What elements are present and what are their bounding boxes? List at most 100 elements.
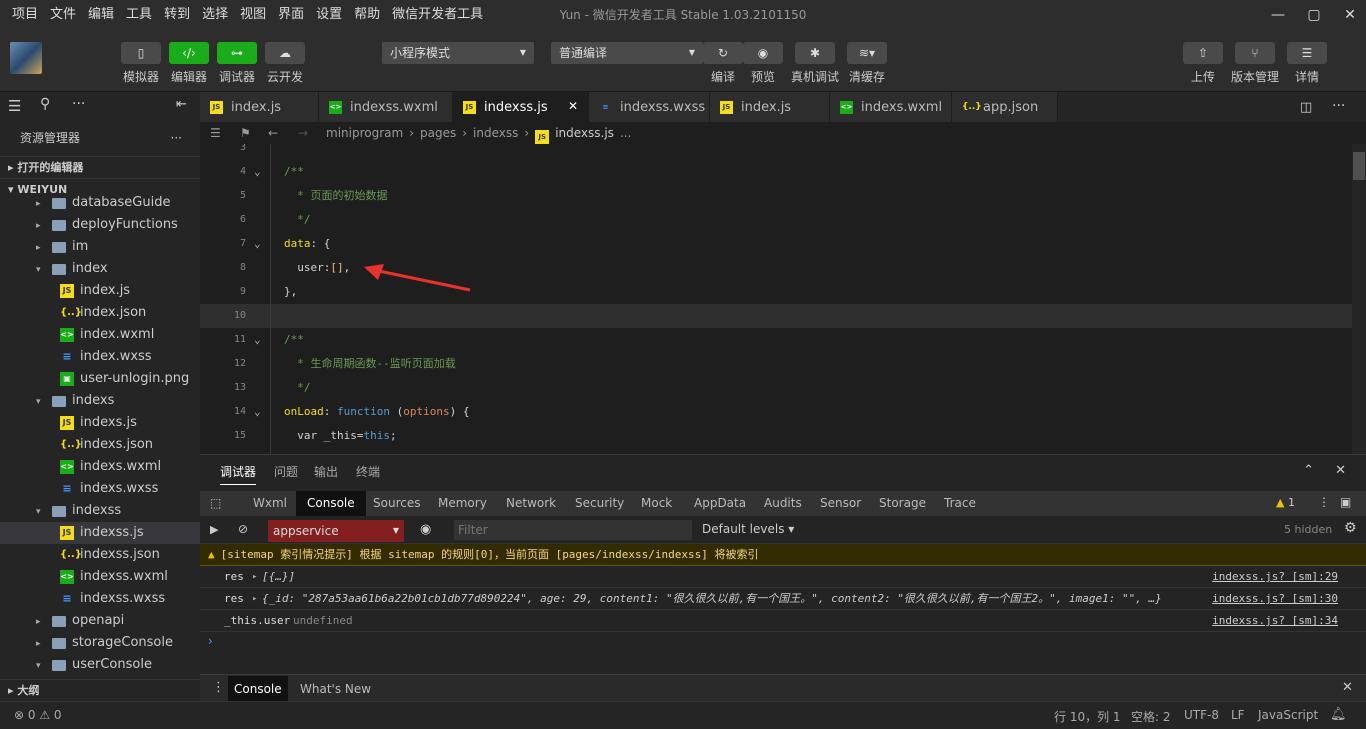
context-select[interactable]: appservice ▼ <box>268 520 404 542</box>
menu-item[interactable]: 帮助 <box>348 0 386 30</box>
folder-item[interactable]: ▸ databaseGuide <box>0 192 200 214</box>
dock-icon[interactable]: ▣ <box>1340 495 1351 509</box>
close-window-icon[interactable]: ✕ <box>1338 4 1362 26</box>
inspect-icon[interactable]: ⬚ <box>210 496 221 510</box>
list-view-icon[interactable]: ☰ <box>210 122 221 144</box>
folder-item[interactable]: ▾ indexss <box>0 500 200 522</box>
devtools-tab[interactable]: Audits <box>758 491 808 516</box>
panel-close-icon[interactable]: ✕ <box>1335 463 1346 478</box>
file-item[interactable]: <> indexs.wxml <box>0 456 200 478</box>
drawer-tab[interactable]: Console <box>228 676 288 702</box>
editor-tab[interactable]: <> indexs.wxml <box>830 92 952 122</box>
menu-item[interactable]: 编辑 <box>82 0 120 30</box>
file-item[interactable]: JS index.js <box>0 280 200 302</box>
file-item[interactable]: ≡ index.wxss <box>0 346 200 368</box>
devtools-tab[interactable]: Memory <box>432 491 493 516</box>
eye-button[interactable]: ◉ <box>743 42 783 64</box>
expand-icon[interactable]: ▸ <box>252 588 257 610</box>
file-item[interactable]: {..} indexss.json <box>0 544 200 566</box>
file-item[interactable]: ▣ user-unlogin.png <box>0 368 200 390</box>
refresh-button[interactable]: ↻ <box>703 42 743 64</box>
console-settings-icon[interactable]: ⚙ <box>1344 520 1357 536</box>
list-icon[interactable]: ☰ <box>8 97 21 115</box>
fold-chevron-icon[interactable]: ⌄ <box>254 232 261 256</box>
maximize-icon[interactable]: ▢ <box>1302 4 1326 26</box>
language-mode[interactable]: JavaScript <box>1258 708 1318 722</box>
fold-chevron-icon[interactable]: ⌄ <box>254 400 261 424</box>
collapse-panel-icon[interactable]: ⇤ <box>176 97 187 112</box>
editor-more-icon[interactable]: ··· <box>1332 98 1345 114</box>
file-item[interactable]: {..} index.json <box>0 302 200 324</box>
minimize-icon[interactable]: — <box>1266 4 1290 26</box>
editor-tab[interactable]: ≡ indexss.wxss <box>589 92 710 122</box>
avatar[interactable] <box>10 42 42 74</box>
folder-item[interactable]: ▸ im <box>0 236 200 258</box>
devtools-tab[interactable]: Sensor <box>814 491 867 516</box>
folder-item[interactable]: ▾ indexs <box>0 390 200 412</box>
devtools-tab[interactable]: Sources <box>367 491 426 516</box>
breadcrumb-item[interactable]: indexss.js <box>555 126 614 140</box>
search-icon[interactable]: ⚲ <box>40 96 50 112</box>
panel-tab[interactable]: 输出 <box>314 463 338 480</box>
warning-count[interactable]: ▲ 1 <box>1276 496 1295 509</box>
explorer-more-icon[interactable]: ··· <box>171 120 182 156</box>
problems-indicator[interactable]: ⊗ 0 ⚠ 0 <box>14 708 62 722</box>
menu-item[interactable]: 界面 <box>272 0 310 30</box>
devtools-tab[interactable]: Console <box>296 491 366 516</box>
file-item[interactable]: JS indexss.js <box>0 522 200 544</box>
editor-tab[interactable]: JS indexss.js ✕ <box>453 92 589 122</box>
menu-item[interactable]: 转到 <box>158 0 196 30</box>
forward-icon[interactable]: → <box>298 122 308 144</box>
log-levels-select[interactable]: Default levels ▾ <box>702 522 794 536</box>
split-editor-icon[interactable]: ◫ <box>1300 100 1312 115</box>
panel-tab[interactable]: 终端 <box>356 463 380 480</box>
editor-tab[interactable]: JS index.js <box>710 92 830 122</box>
console-filter-input[interactable] <box>454 520 692 540</box>
breadcrumb-item[interactable]: pages <box>420 126 456 140</box>
editor-tab[interactable]: JS index.js <box>200 92 319 122</box>
breadcrumb-item[interactable]: ... <box>620 126 631 140</box>
phone-button[interactable]: ▯ <box>121 42 161 64</box>
live-expression-icon[interactable]: ◉ <box>420 522 431 537</box>
mode-select[interactable]: 小程序模式 ▼ <box>382 42 534 64</box>
console-source-link[interactable]: indexss.js? [sm]:30 <box>1212 588 1338 610</box>
console-log-value[interactable]: {_id: "287a53aa61b6a22b01cb1db77d890224"… <box>262 588 1162 610</box>
panel-maximize-icon[interactable]: ⌃ <box>1303 463 1314 478</box>
cloud-button[interactable]: ☁ <box>265 42 305 64</box>
menu-item[interactable]: 微信开发者工具 <box>386 0 489 30</box>
drawer-tab[interactable]: What's New <box>294 676 377 702</box>
cursor-position[interactable]: 行 10，列 1 <box>1054 708 1121 725</box>
outline-section[interactable]: ▸ 大纲 <box>0 679 200 701</box>
breadcrumb-item[interactable]: indexss <box>473 126 518 140</box>
folder-item[interactable]: ▾ userConsole <box>0 654 200 676</box>
tab-close-icon[interactable]: ✕ <box>568 99 578 113</box>
open-editors-section[interactable]: ▸ 打开的编辑器 <box>0 156 200 178</box>
more-icon[interactable]: ··· <box>72 96 85 112</box>
devtools-tab[interactable]: Trace <box>938 491 982 516</box>
breadcrumb-item[interactable]: miniprogram <box>326 126 403 140</box>
editor-tab[interactable]: <> indexss.wxml <box>319 92 453 122</box>
editor-tab[interactable]: {..} app.json <box>952 92 1058 122</box>
fold-chevron-icon[interactable]: ⌄ <box>254 160 261 184</box>
menu-item[interactable]: 视图 <box>234 0 272 30</box>
console-prompt[interactable]: › <box>208 634 213 648</box>
file-item[interactable]: <> index.wxml <box>0 324 200 346</box>
panel-tab[interactable]: 问题 <box>274 463 298 480</box>
devtools-tab[interactable]: Storage <box>873 491 932 516</box>
drawer-close-icon[interactable]: ✕ <box>1342 680 1353 695</box>
console-source-link[interactable]: indexss.js? [sm]:29 <box>1212 566 1338 588</box>
devtools-tab[interactable]: Security <box>569 491 630 516</box>
folder-item[interactable]: ▾ index <box>0 258 200 280</box>
menu-item[interactable]: 选择 <box>196 0 234 30</box>
file-item[interactable]: ≡ indexs.wxss <box>0 478 200 500</box>
indent-setting[interactable]: 空格: 2 <box>1131 708 1171 725</box>
panel-tab[interactable]: 调试器 <box>220 463 257 485</box>
upload-button[interactable]: ⇧ <box>1183 42 1223 64</box>
devtools-tab[interactable]: Wxml <box>247 491 293 516</box>
eol[interactable]: LF <box>1231 708 1245 722</box>
folder-item[interactable]: ▸ openapi <box>0 610 200 632</box>
menu-item[interactable]: 项目 <box>0 0 44 30</box>
file-item[interactable]: ≡ indexss.wxss <box>0 588 200 610</box>
file-item[interactable]: <> indexss.wxml <box>0 566 200 588</box>
code-editor[interactable]: 3 4 ⌄/** 5 * 页面的初始数据 6 */7 ⌄ data: {8 user:[],… <box>200 144 1366 454</box>
